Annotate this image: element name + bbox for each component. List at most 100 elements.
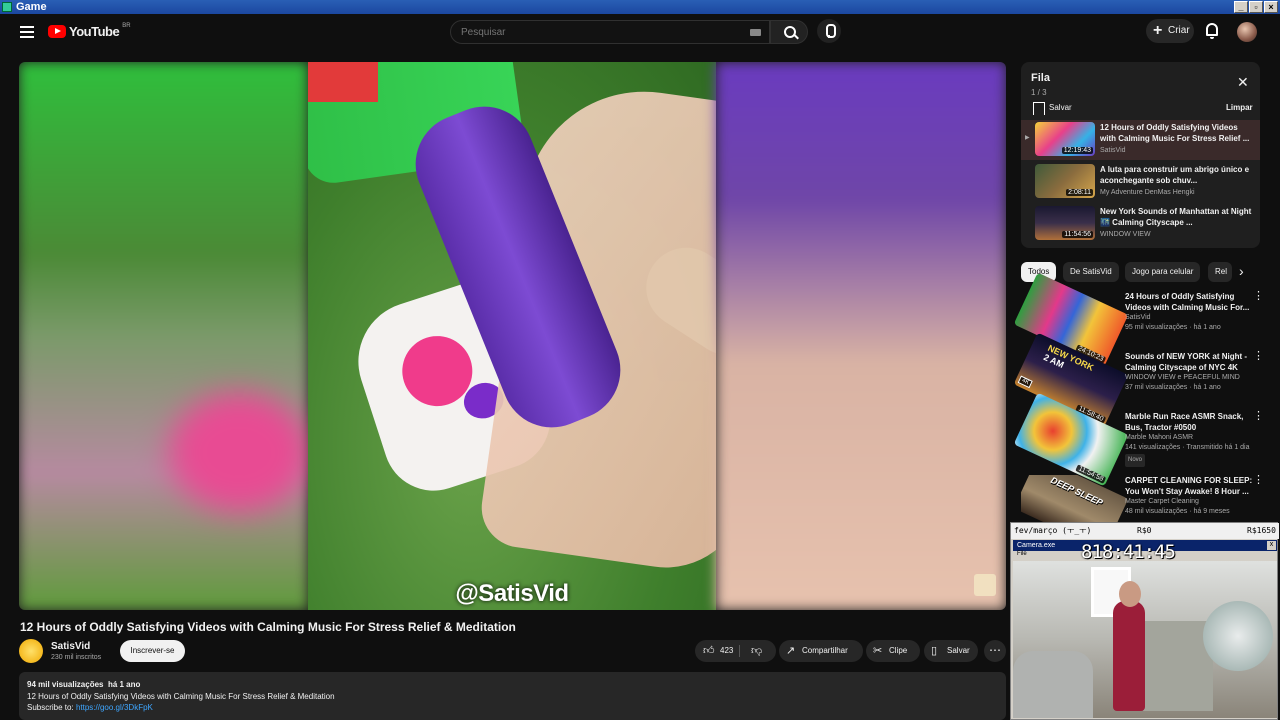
recommendation-item[interactable]: DEEP SLEEP CARPET CLEANING FOR SLEEP: Yo… xyxy=(1021,475,1260,522)
chevron-right-icon[interactable]: › xyxy=(1239,262,1244,280)
maximize-button[interactable]: ▫ xyxy=(1249,1,1263,13)
duration: 12:19:43 xyxy=(1061,147,1093,154)
stream-status-bar: fev/março (ㅜ_ㅜ) R$0 R$1650 xyxy=(1011,523,1279,539)
recommendation-item[interactable]: NEW YORK 2 AM 4K 11:58:40 Sounds of NEW … xyxy=(1013,332,1264,427)
search-button[interactable] xyxy=(770,20,808,44)
filter-chips: Todos De SatisVid Jogo para celular Rel … xyxy=(1021,262,1260,282)
recommendation-item[interactable]: 11:54:58 Marble Run Race ASMR Snack, Bus… xyxy=(1013,392,1264,487)
subscribe-button[interactable]: Inscrever-se xyxy=(120,640,185,662)
plus-icon: + xyxy=(1153,22,1163,39)
queue-item-title: A luta para construir um abrigo único e … xyxy=(1100,165,1250,185)
queue-item-text: New York Sounds of Manhattan at Night 🌃 … xyxy=(1100,206,1255,240)
notifications-bell-icon[interactable] xyxy=(1206,23,1218,39)
stream-clock: 818:41:45 xyxy=(1081,541,1176,563)
recommendation-meta: 48 mil visualizações · há 9 meses xyxy=(1125,508,1230,515)
hamburger-menu-icon[interactable] xyxy=(20,26,34,38)
recommendation-item[interactable]: 24:10:23 24 Hours of Oddly Satisfying Vi… xyxy=(1013,272,1264,367)
queue-save-button[interactable]: Salvar xyxy=(1033,102,1072,115)
like-count[interactable]: 423 xyxy=(720,640,733,662)
stream-overlay: fev/março (ㅜ_ㅜ) R$0 R$1650 Camera.exe x … xyxy=(1010,522,1279,720)
recommendation-text: CARPET CLEANING FOR SLEEP: You Won't Sta… xyxy=(1125,475,1253,517)
search-input[interactable] xyxy=(451,21,741,43)
recommendation-meta: 95 mil visualizações · há 1 ano xyxy=(1125,324,1221,331)
video-frame: @SatisVid xyxy=(308,62,716,610)
queue-item-text: A luta para construir um abrigo único e … xyxy=(1100,164,1255,198)
stream-mid-text: R$0 xyxy=(1137,526,1152,535)
cam-plant xyxy=(1203,601,1273,671)
share-label: Compartilhar xyxy=(802,646,848,655)
subscribe-link[interactable]: https://goo.gl/3DkFpK xyxy=(76,703,153,712)
more-vertical-icon[interactable]: ⋮ xyxy=(1253,291,1264,302)
account-avatar[interactable] xyxy=(1237,22,1257,42)
channel-avatar[interactable] xyxy=(19,639,43,663)
recommendation-text: Sounds of NEW YORK at Night - Calming Ci… xyxy=(1125,351,1253,393)
app-icon xyxy=(2,2,12,12)
search-box xyxy=(450,20,770,44)
minimize-button[interactable]: _ xyxy=(1234,1,1248,13)
queue-clear-button[interactable]: Limpar xyxy=(1226,102,1253,113)
camera-title-text: Camera.exe xyxy=(1017,542,1056,549)
recommendation-text: Marble Run Race ASMR Snack, Bus, Tractor… xyxy=(1125,411,1253,467)
description-box[interactable]: 94 mil visualizações há 1 ano 12 Hours o… xyxy=(19,672,1006,720)
channel-watermark-icon[interactable] xyxy=(974,574,996,596)
description-subscribe-line: Subscribe to: https://goo.gl/3DkFpK xyxy=(27,702,998,714)
bookmark-icon: ▯ xyxy=(931,645,938,657)
close-button[interactable]: × xyxy=(1264,1,1278,13)
video-player[interactable]: @SatisVid xyxy=(19,62,1006,610)
dislike-icon[interactable]: 👎︎ xyxy=(751,645,762,657)
queue-count: 1 / 3 xyxy=(1031,88,1047,97)
keyboard-icon[interactable] xyxy=(750,29,761,36)
more-vertical-icon[interactable]: ⋮ xyxy=(1253,475,1260,486)
queue-panel: Fila 1 / 3 ✕ Salvar Limpar ▶ 12:19:43 12… xyxy=(1021,62,1260,248)
recommendation-title: Marble Run Race ASMR Snack, Bus, Tractor… xyxy=(1125,412,1244,432)
queue-item[interactable]: 2:08:11 A luta para construir um abrigo … xyxy=(1021,162,1260,202)
queue-item-text: 12 Hours of Oddly Satisfying Videos with… xyxy=(1100,122,1255,156)
chip-related[interactable]: Rel xyxy=(1208,262,1232,282)
thumb xyxy=(630,232,716,371)
window-title: Game xyxy=(16,1,47,13)
queue-thumbnail: 11:54:56 xyxy=(1035,206,1095,240)
subscribe-prefix: Subscribe to: xyxy=(27,703,74,712)
description-line: 12 Hours of Oddly Satisfying Videos with… xyxy=(27,691,335,701)
queue-item[interactable]: 11:54:56 New York Sounds of Manhattan at… xyxy=(1021,204,1260,244)
divider xyxy=(739,645,740,657)
window-title-bar: Game _ ▫ × xyxy=(0,0,1280,14)
camera-close-icon[interactable]: x xyxy=(1267,541,1276,550)
stream-right-text: R$1650 xyxy=(1247,526,1276,535)
description-stats: 94 mil visualizações há 1 ano xyxy=(27,679,998,691)
more-vertical-icon[interactable]: ⋮ xyxy=(1253,351,1264,362)
like-icon[interactable]: 👍︎ xyxy=(703,645,715,657)
thumbnail-text: DEEP SLEEP xyxy=(1049,475,1105,508)
more-vertical-icon[interactable]: ⋮ xyxy=(1253,411,1264,422)
chip-mobile-game[interactable]: Jogo para celular xyxy=(1125,262,1201,282)
video-blur-left xyxy=(19,62,308,610)
logo-region: BR xyxy=(122,22,131,29)
clip-label: Clipe xyxy=(889,646,908,655)
new-badge: Novo xyxy=(1125,454,1146,467)
clip-button[interactable]: ✂ Clipe xyxy=(866,640,920,662)
more-options-icon[interactable]: ⋯ xyxy=(984,640,1006,662)
create-button[interactable]: + Criar xyxy=(1146,19,1194,43)
queue-thumbnail: 2:08:11 xyxy=(1035,164,1095,198)
queue-item[interactable]: ▶ 12:19:43 12 Hours of Oddly Satisfying … xyxy=(1021,120,1260,160)
upload-age: há 1 ano xyxy=(107,680,141,689)
save-button[interactable]: ▯ Salvar xyxy=(924,640,978,662)
view-count: 94 mil visualizações xyxy=(27,680,104,689)
youtube-logo[interactable]: YouTube BR xyxy=(48,22,131,39)
4k-badge: 4K xyxy=(1017,375,1034,389)
now-playing-icon: ▶ xyxy=(1025,135,1030,141)
close-icon[interactable]: ✕ xyxy=(1237,75,1249,89)
youtube-play-icon xyxy=(48,25,66,38)
chip-channel[interactable]: De SatisVid xyxy=(1063,262,1119,282)
red-container xyxy=(308,62,378,102)
cam-head xyxy=(1119,581,1141,607)
recommendation-text: 24 Hours of Oddly Satisfying Videos with… xyxy=(1125,291,1253,333)
queue-item-title: New York Sounds of Manhattan at Night 🌃 … xyxy=(1100,207,1252,227)
duration: 11:54:56 xyxy=(1062,231,1093,238)
microphone-icon[interactable] xyxy=(817,19,841,43)
video-blur-right xyxy=(716,62,1006,610)
recommendation-title: Sounds of NEW YORK at Night - Calming Ci… xyxy=(1125,352,1248,372)
channel-name[interactable]: SatisVid xyxy=(51,641,90,652)
like-dislike-group: 👍︎ 423 👎︎ xyxy=(695,640,776,662)
share-button[interactable]: ↗ Compartilhar xyxy=(779,640,863,662)
